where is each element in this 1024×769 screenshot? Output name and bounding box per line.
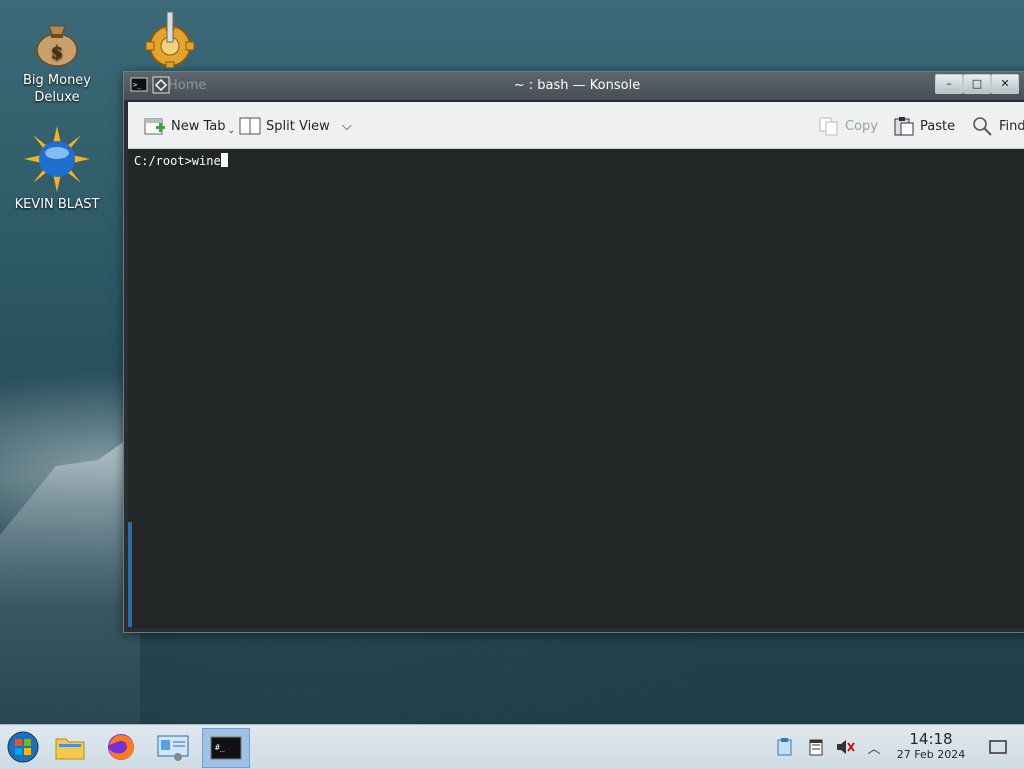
tray-notes[interactable] [806,737,826,757]
taskbar-firefox[interactable] [98,728,144,766]
copy-icon [819,117,838,136]
close-button[interactable]: ✕ [991,74,1019,94]
start-orb-icon [7,731,39,763]
sun-globe-icon [24,126,90,192]
copy-button[interactable]: Copy [818,114,878,138]
terminal-icon: #_ [210,736,242,760]
window-title: ~ : bash — Konsole [513,78,641,93]
find-label: Find [999,118,1024,134]
new-tab-button[interactable]: New Tab ⌄ [144,114,235,138]
firefox-icon [108,734,134,760]
system-settings-icon [157,735,189,761]
split-view-label: Split View [266,118,330,134]
taskbar-konsole[interactable]: #_ [202,728,250,768]
clipboard-tray-icon [777,738,792,756]
folder-icon [55,738,85,760]
show-desktop-button[interactable] [988,737,1008,757]
svg-text:#_: #_ [215,743,225,752]
notes-tray-icon [809,739,823,756]
paste-label: Paste [920,118,956,134]
desktop-icon-label: KEVIN BLAST [14,197,100,212]
new-tab-label: New Tab [171,118,226,134]
taskbar: #_ ︿ 14:18 27 Feb 2024 [0,724,1024,769]
desktop-icon-big-money-deluxe[interactable]: $ Big Money Deluxe [7,14,107,106]
clock-time: 14:18 [909,730,953,748]
copy-label: Copy [845,118,878,134]
konsole-toolbar: New Tab ⌄ Split View ⌵ Copy Paste Find [128,102,1024,149]
tray-volume[interactable] [835,737,855,757]
desktop-icon-kevin-blast[interactable]: KEVIN BLAST [7,126,107,213]
svg-text:$: $ [51,42,64,63]
money-bag-icon: $ [36,25,78,67]
gear-icon [145,11,195,68]
search-icon [973,117,992,136]
desktop-icon-label: Big Money [22,73,91,88]
window-titlebar[interactable]: >_ Home ~ : bash — Konsole – □ ✕ [124,72,1024,100]
terminal-area[interactable]: C:/root>wine [128,149,1024,628]
chevron-up-icon: ︿ [867,741,881,757]
tray-clipboard[interactable] [775,737,795,757]
show-desktop-icon [989,740,1007,754]
clock-date: 27 Feb 2024 [896,748,966,761]
desktop-icon-label: Deluxe [34,90,80,105]
tray-expand[interactable]: ︿ [864,737,884,757]
taskbar-system-settings[interactable] [150,728,196,766]
clock[interactable]: 14:18 27 Feb 2024 [886,731,976,762]
scroll-accent [128,522,132,627]
chevron-down-icon[interactable]: ⌵ [342,119,352,134]
desktop-icon-gear[interactable] [120,10,220,72]
start-button[interactable] [0,728,46,766]
taskbar-file-manager[interactable] [47,728,93,766]
text-cursor [220,153,228,167]
split-view-button[interactable]: Split View ⌵ [239,114,352,138]
terminal-prompt: C:/root> [134,154,192,168]
chevron-down-icon[interactable]: ⌄ [228,126,236,136]
volume-muted-icon [837,740,855,754]
paste-button[interactable]: Paste [893,114,955,138]
wallpaper-mountain [0,430,140,730]
minimize-button[interactable]: – [935,74,963,94]
split-view-icon [239,117,261,135]
terminal-input: wine [191,154,221,168]
paste-icon [894,117,914,136]
find-button[interactable]: Find [972,114,1024,138]
konsole-window[interactable]: >_ Home ~ : bash — Konsole – □ ✕ New Tab… [123,71,1024,633]
new-tab-icon [144,118,165,135]
maximize-button[interactable]: □ [963,74,991,94]
